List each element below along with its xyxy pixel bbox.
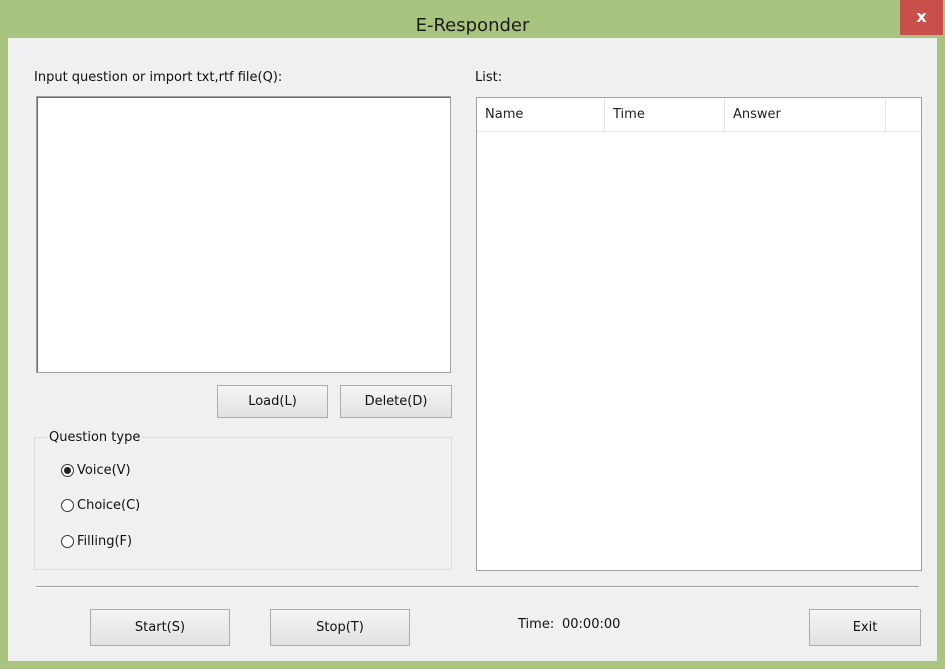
- radio-voice[interactable]: Voice(V): [61, 463, 131, 478]
- radio-checked-icon: [61, 464, 74, 477]
- start-button[interactable]: Start(S): [90, 609, 230, 646]
- list-label: List:: [475, 70, 503, 85]
- stop-button[interactable]: Stop(T): [270, 609, 410, 646]
- close-button[interactable]: x: [900, 0, 943, 35]
- load-button[interactable]: Load(L): [217, 385, 328, 418]
- list-header: Name Time Answer: [477, 98, 921, 132]
- question-input[interactable]: [36, 96, 451, 373]
- radio-filling[interactable]: Filling(F): [61, 534, 132, 549]
- time-label: Time:: [518, 617, 555, 632]
- radio-unchecked-icon: [61, 535, 74, 548]
- time-value: 00:00:00: [562, 617, 621, 632]
- input-label: Input question or import txt,rtf file(Q)…: [34, 70, 283, 85]
- close-icon: x: [916, 7, 927, 26]
- title-bar[interactable]: E-Responder x: [0, 0, 945, 38]
- radio-filling-label: Filling(F): [77, 534, 133, 549]
- column-header-time[interactable]: Time: [605, 98, 725, 131]
- column-header-answer[interactable]: Answer: [725, 98, 886, 131]
- answer-list[interactable]: Name Time Answer: [476, 97, 922, 571]
- radio-choice-label: Choice(C): [77, 498, 141, 513]
- divider: [36, 586, 919, 588]
- exit-button[interactable]: Exit: [809, 609, 921, 646]
- radio-voice-label: Voice(V): [77, 463, 131, 478]
- question-type-title: Question type: [47, 430, 143, 445]
- window-title: E-Responder: [415, 15, 530, 36]
- radio-unchecked-icon: [61, 499, 74, 512]
- delete-button[interactable]: Delete(D): [340, 385, 452, 418]
- radio-choice[interactable]: Choice(C): [61, 498, 140, 513]
- question-type-group: Question type Voice(V) Choice(C) Filling…: [34, 430, 452, 570]
- client-area: Input question or import txt,rtf file(Q)…: [8, 38, 937, 661]
- column-header-name[interactable]: Name: [477, 98, 605, 131]
- app-window: E-Responder x Input question or import t…: [0, 0, 945, 669]
